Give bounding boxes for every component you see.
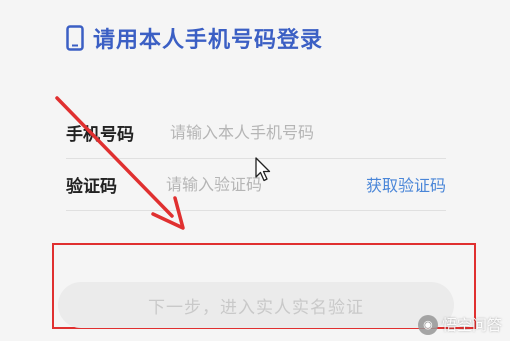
code-label: 验证码 — [66, 176, 117, 197]
get-code-button[interactable]: 获取验证码 — [366, 172, 446, 196]
mouse-cursor-icon — [255, 157, 271, 182]
page-title: 请用本人手机号码登录 — [93, 28, 324, 53]
page-title-row: 请用本人手机号码登录 — [66, 22, 323, 54]
phone-input[interactable] — [170, 122, 446, 142]
watermark-text: 悟空问答 — [441, 316, 502, 334]
phone-label: 手机号码 — [66, 124, 134, 145]
next-step-button[interactable]: 下一步，进入实人实名验证 — [58, 282, 454, 328]
phone-row: 手机号码 — [66, 106, 446, 159]
watermark-icon: ◉ — [417, 314, 438, 335]
phone-icon — [66, 25, 84, 51]
watermark: ◉ 悟空问答 — [417, 314, 502, 335]
